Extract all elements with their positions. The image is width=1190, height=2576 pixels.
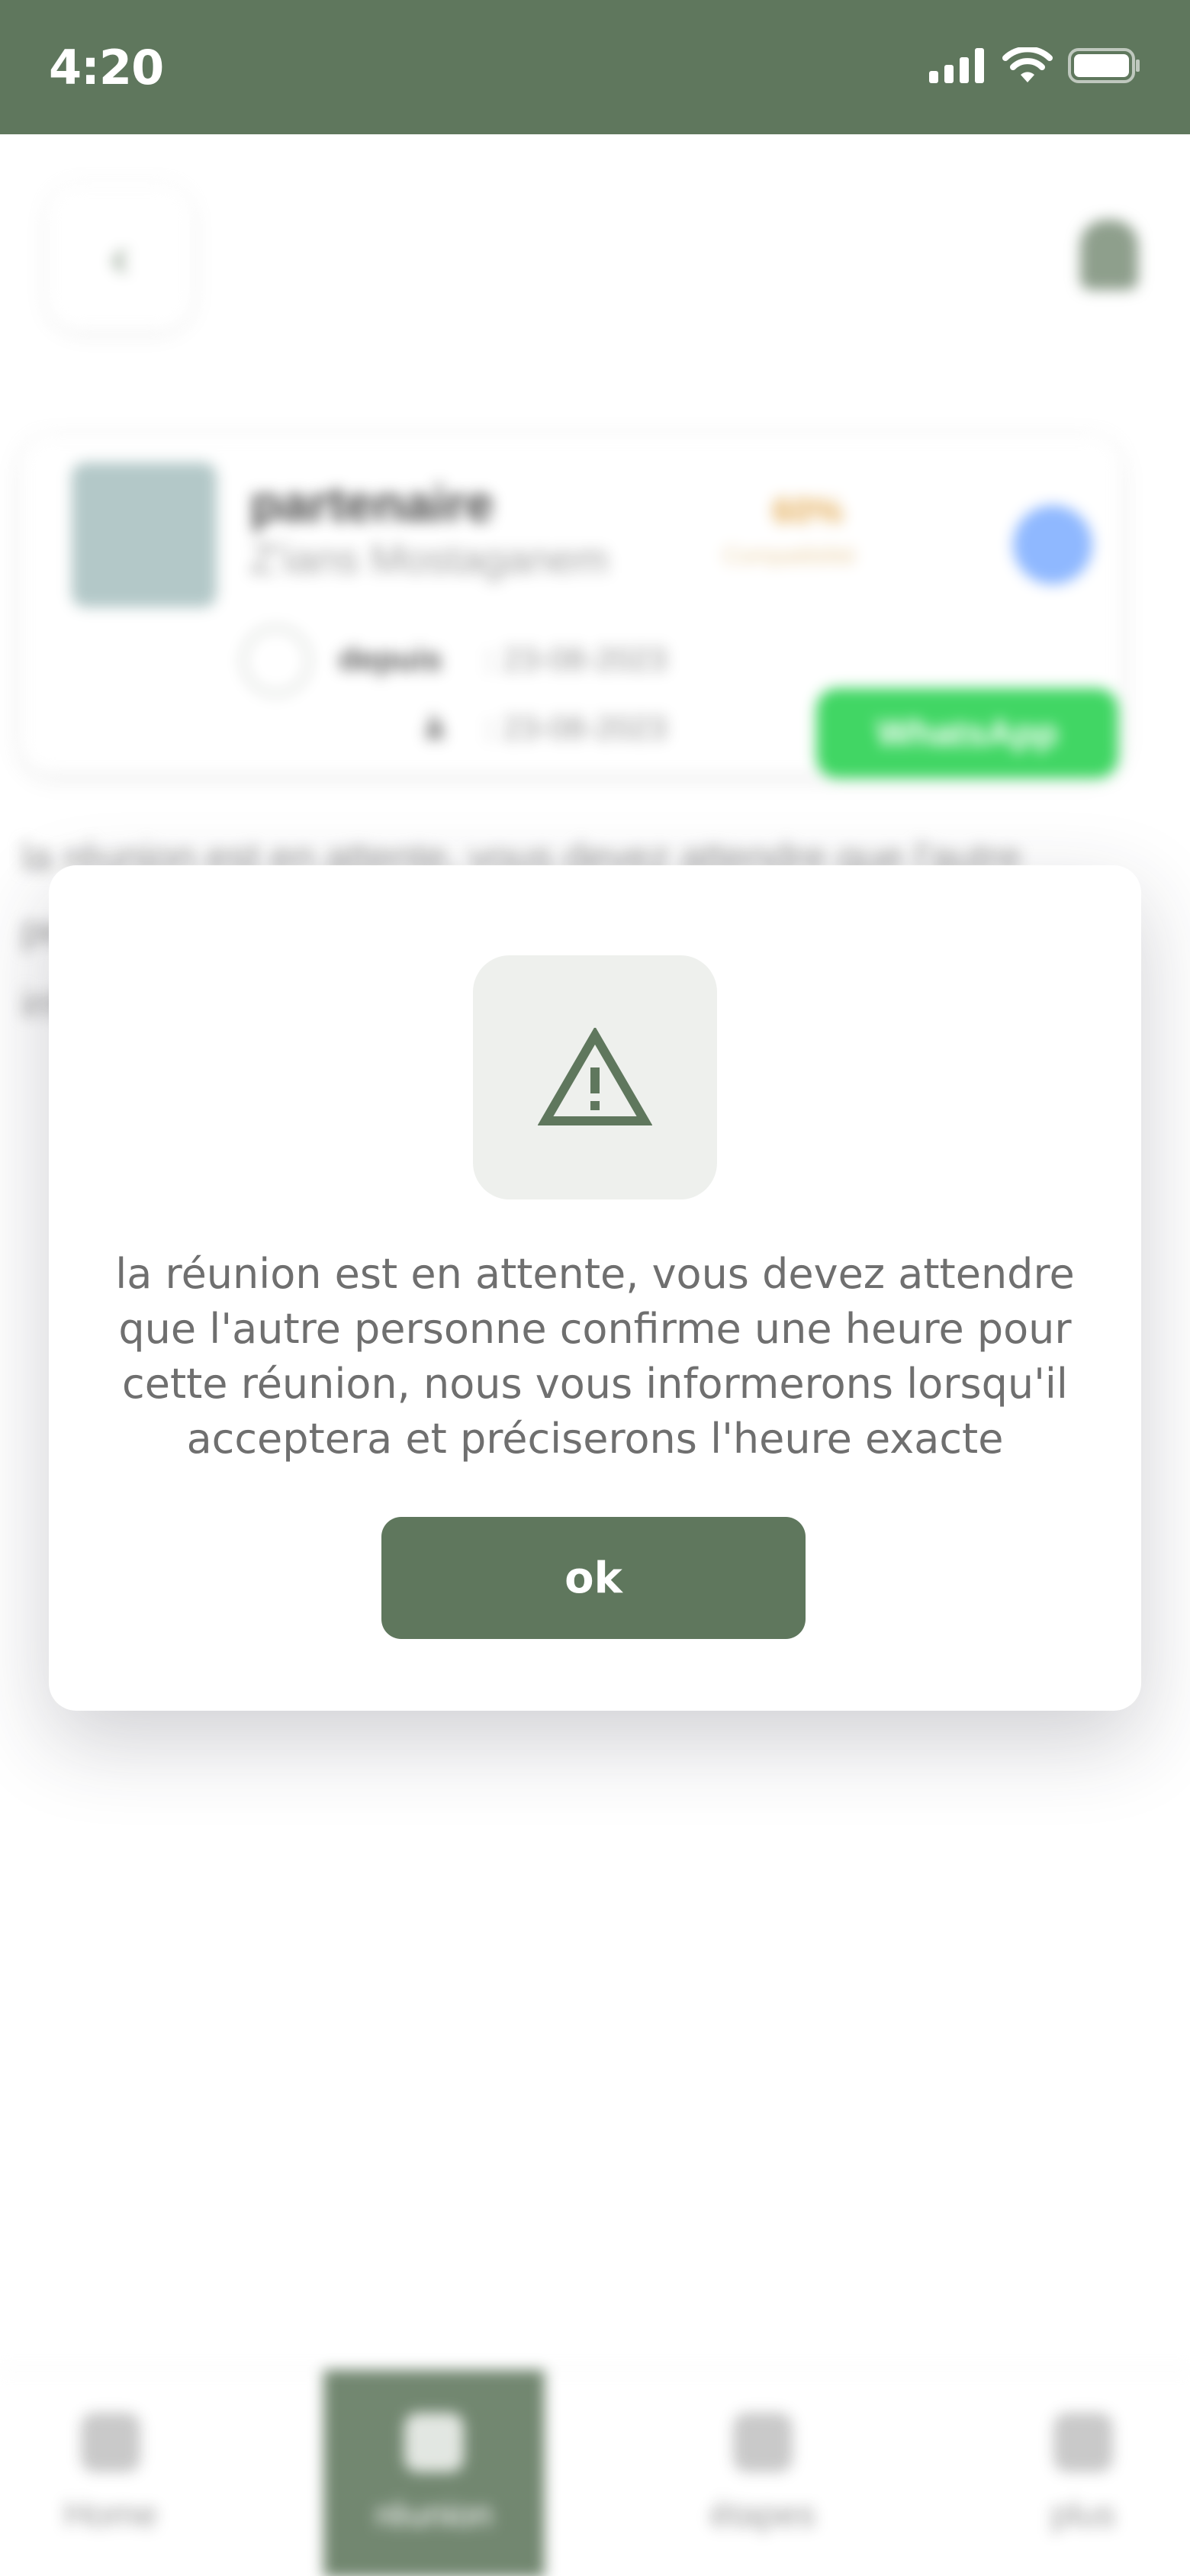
dialog-message: la réunion est en attente, vous devez at…: [115, 1250, 1075, 1463]
wifi-icon: [1002, 47, 1053, 82]
signal-icon: [929, 48, 984, 83]
status-bar: 4:20: [0, 0, 1190, 134]
status-icons: [929, 47, 1141, 84]
status-time: 4:20: [49, 40, 164, 95]
warning-icon-container: [473, 955, 717, 1199]
warning-icon: [538, 1028, 652, 1125]
battery-icon: [1068, 48, 1140, 83]
ok-button[interactable]: ok: [381, 1517, 806, 1639]
alert-dialog: la réunion est en attente, vous devez at…: [49, 865, 1141, 1711]
